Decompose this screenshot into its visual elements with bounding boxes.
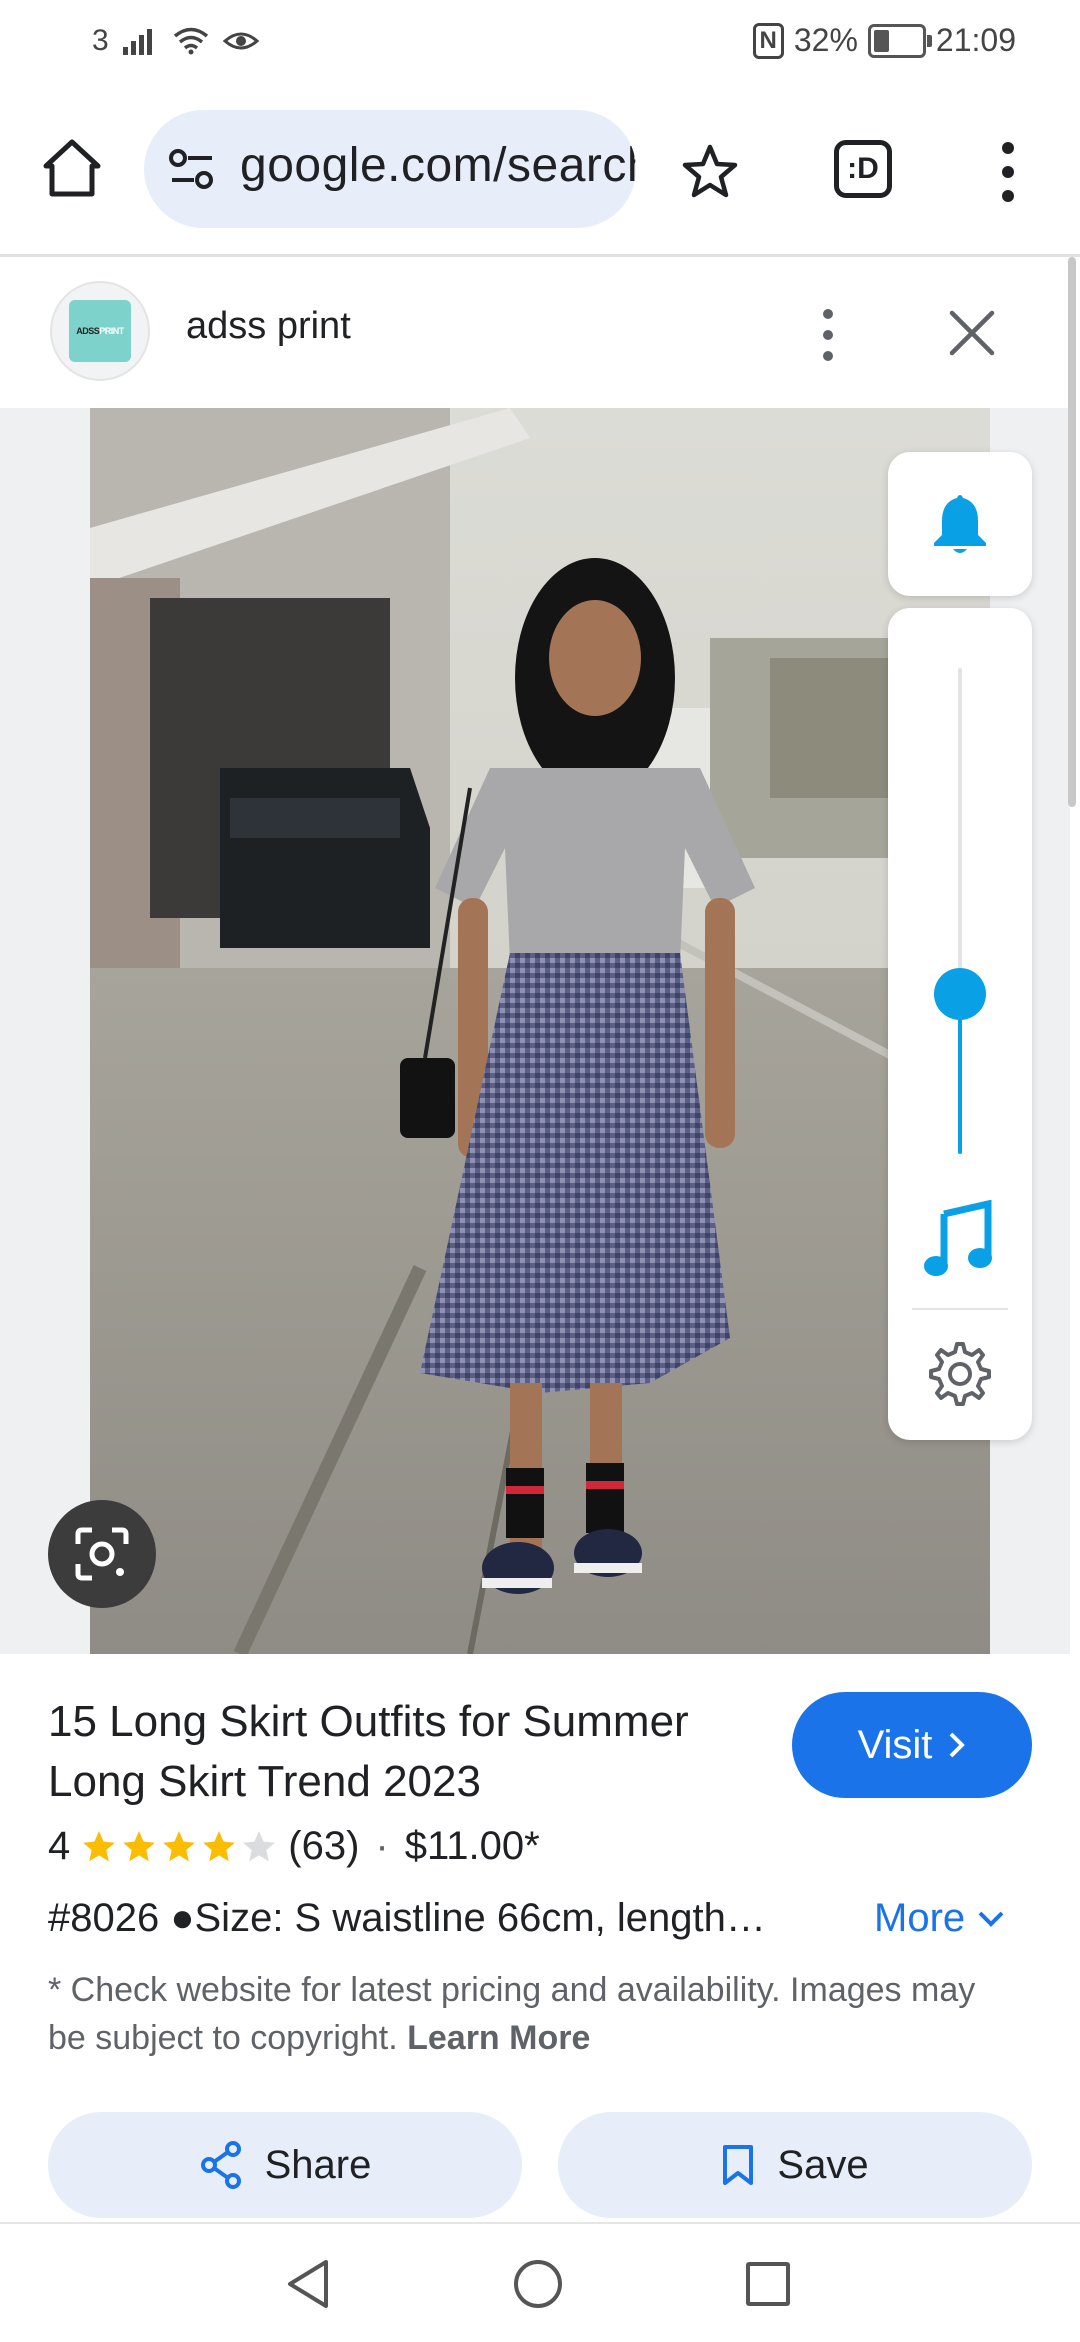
address-bar[interactable]: google.com/search	[144, 110, 636, 228]
star-filled-icon	[83, 1830, 116, 1861]
status-left: 3	[92, 24, 259, 58]
price: $11.00*	[404, 1824, 540, 1868]
share-label: Share	[264, 2142, 372, 2187]
bookmark-star-icon[interactable]	[680, 142, 740, 202]
overflow-menu-icon[interactable]	[990, 140, 1026, 204]
eye-icon	[222, 32, 259, 50]
recents-icon[interactable]	[746, 2262, 790, 2306]
product-description: #8026 ●Size: S waistline 66cm, length…	[48, 1896, 766, 1940]
learn-more-link[interactable]: Learn More	[407, 2019, 590, 2057]
share-button[interactable]: Share	[48, 2112, 522, 2218]
close-icon[interactable]	[946, 307, 998, 359]
page-scrollbar[interactable]	[1068, 257, 1076, 807]
home-icon[interactable]	[38, 134, 106, 202]
wifi-icon	[173, 27, 208, 55]
nfc-icon: N	[752, 22, 784, 59]
visit-button[interactable]: Visit	[792, 1692, 1032, 1798]
google-lens-button[interactable]	[48, 1500, 156, 1608]
more-label: More	[874, 1896, 966, 1940]
chevron-right-icon	[950, 1732, 966, 1758]
bell-icon	[934, 495, 986, 553]
battery-percent: 32%	[793, 22, 858, 58]
volume-slider-thumb[interactable]	[934, 968, 986, 1020]
tab-switcher-button[interactable]: :D	[834, 140, 892, 198]
browser-toolbar: google.com/search :D	[0, 96, 1080, 257]
lens-icon	[75, 1527, 129, 1581]
source-header: ADSS PRINT adss print	[0, 257, 1070, 407]
rating-value: 4	[48, 1824, 71, 1868]
separator-dot: ·	[375, 1824, 389, 1868]
system-nav-bar	[0, 2222, 1080, 2342]
review-count: (63)	[288, 1824, 360, 1868]
signal-icon	[122, 29, 152, 55]
product-photo[interactable]	[90, 408, 990, 1654]
status-bar: 3 N 32% 21:09	[0, 0, 1080, 86]
star-filled-icon	[123, 1830, 156, 1861]
rating-row: 4 (63) · $11.00*	[48, 1824, 540, 1869]
volume-panel	[888, 608, 1032, 1440]
sim-label: 3	[92, 24, 109, 57]
rating-stars	[80, 1828, 278, 1866]
save-label: Save	[777, 2142, 869, 2187]
status-right: N 32% 21:09	[752, 22, 1016, 59]
disclaimer-text: * Check website for latest pricing and a…	[48, 1966, 1008, 2062]
back-icon[interactable]	[284, 2258, 332, 2310]
settings-gear-icon[interactable]	[926, 1340, 994, 1408]
clock: 21:09	[935, 22, 1016, 58]
star-filled-icon	[203, 1830, 236, 1861]
more-button[interactable]: More	[874, 1896, 1005, 1941]
volume-slider-track[interactable]	[958, 668, 962, 1154]
share-icon	[200, 2141, 241, 2189]
music-note-icon[interactable]	[922, 1200, 998, 1280]
home-nav-icon[interactable]	[514, 2260, 562, 2308]
source-logo: ADSS PRINT	[69, 300, 131, 362]
more-options-icon[interactable]	[812, 307, 844, 363]
source-name[interactable]: adss print	[186, 305, 351, 348]
ringer-mode-button[interactable]	[888, 452, 1032, 596]
battery-icon	[867, 23, 932, 58]
url-text: google.com/search	[240, 139, 636, 192]
save-button[interactable]: Save	[558, 2112, 1032, 2218]
star-filled-icon	[163, 1830, 196, 1861]
visit-label: Visit	[857, 1722, 933, 1767]
source-avatar[interactable]: ADSS PRINT	[50, 281, 150, 381]
bookmark-icon	[723, 2145, 754, 2185]
star-empty-icon	[243, 1830, 276, 1861]
product-title: 15 Long Skirt Outfits for Summer Long Sk…	[48, 1697, 689, 1806]
chevron-down-icon	[978, 1911, 1004, 1927]
site-settings-icon[interactable]	[168, 146, 216, 192]
volume-panel-divider	[912, 1308, 1008, 1310]
